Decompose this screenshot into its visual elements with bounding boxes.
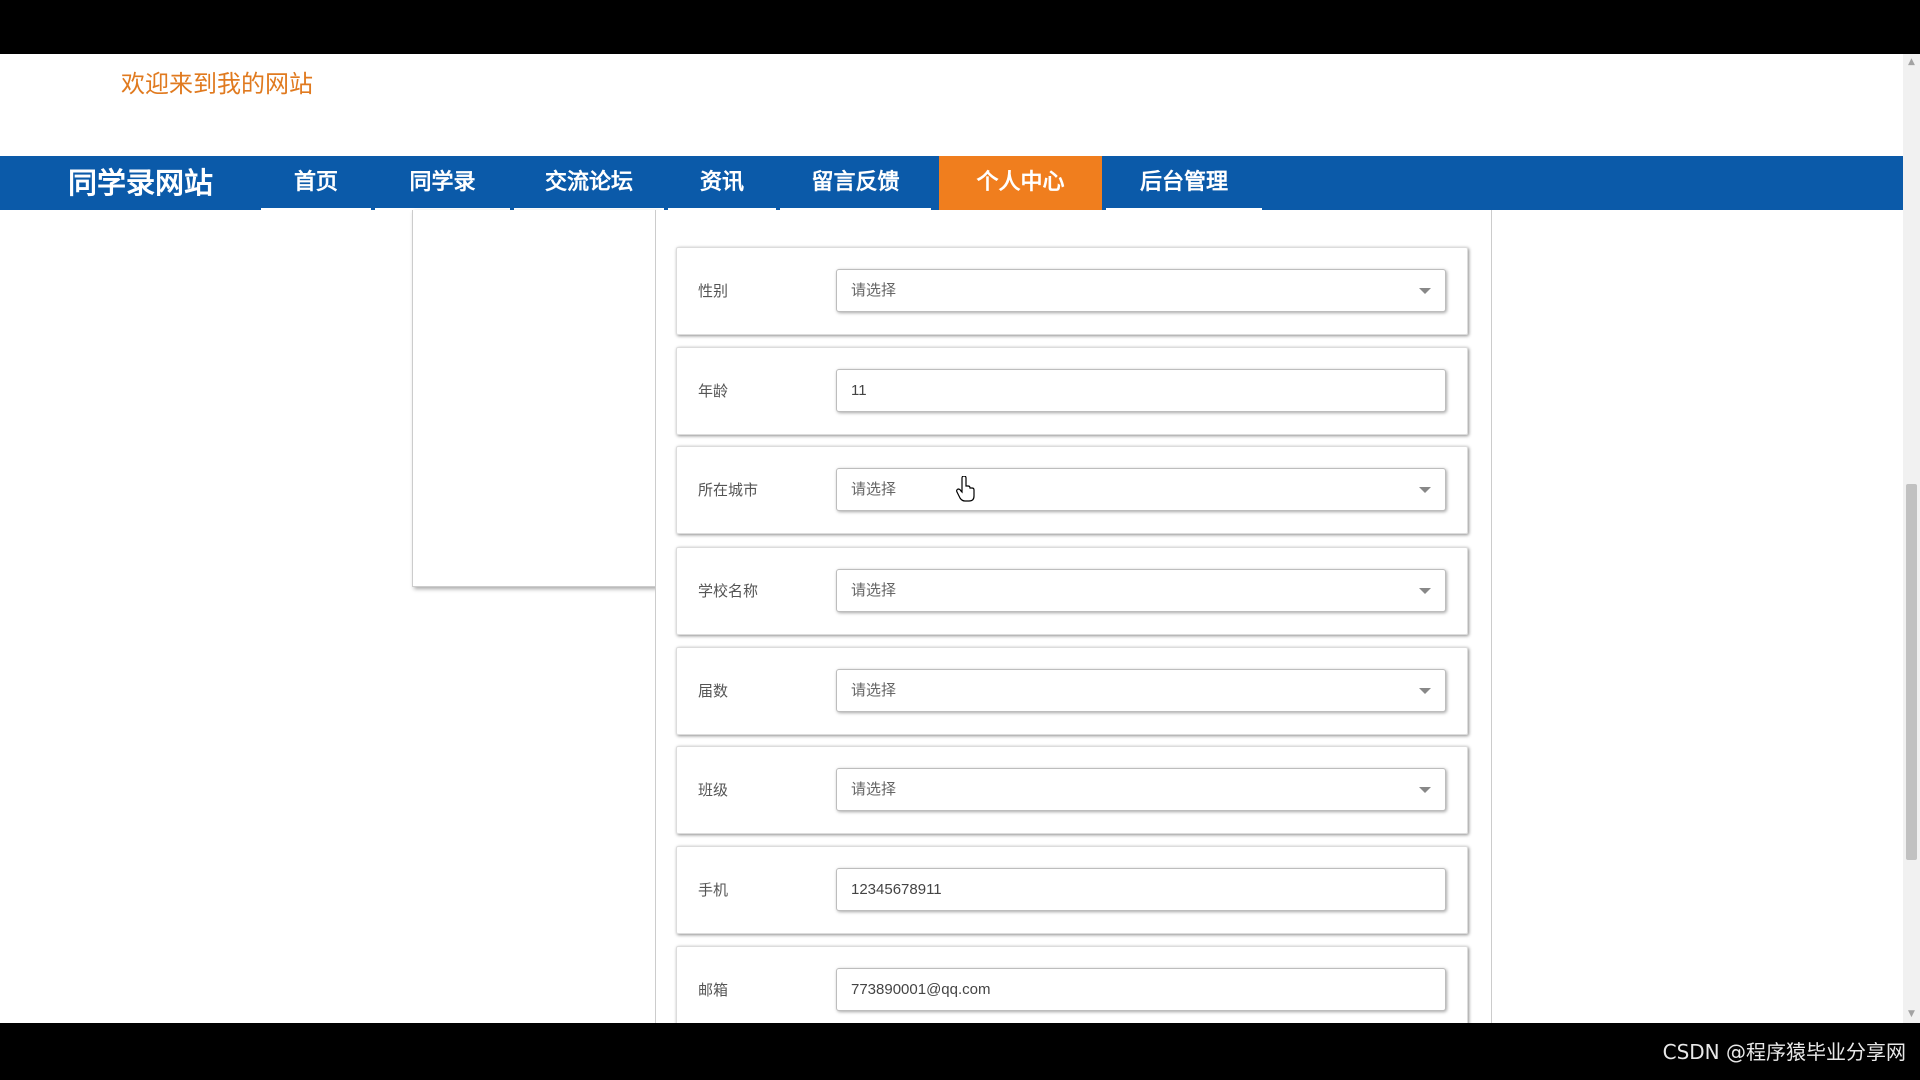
age-input[interactable]: 11 [836, 369, 1446, 412]
caret-down-icon [1419, 588, 1431, 594]
scrollbar-thumb[interactable] [1906, 484, 1917, 860]
nav-admin[interactable]: 后台管理 [1106, 156, 1262, 210]
school-select-value: 请选择 [851, 582, 897, 599]
age-input-value: 11 [851, 382, 867, 399]
page-scrollbar[interactable]: ▲ ▼ [1903, 54, 1920, 1023]
scroll-up-arrow-icon[interactable]: ▲ [1903, 54, 1920, 71]
form-row-school: 学校名称 请选择 [676, 547, 1468, 635]
email-input-value: 773890001@qq.com [851, 981, 991, 998]
form-row-age: 年龄 11 [676, 347, 1468, 435]
screen-bottom-letterbox [0, 1023, 1920, 1080]
age-label: 年龄 [698, 382, 729, 400]
caret-down-icon [1419, 487, 1431, 493]
class-select-value: 请选择 [851, 781, 897, 798]
form-row-city: 所在城市 请选择 [676, 446, 1468, 534]
session-select-value: 请选择 [851, 682, 897, 699]
nav-classmates[interactable]: 同学录 [375, 156, 510, 210]
main-navbar: 同学录网站 首页 同学录 交流论坛 资讯 留言反馈 个人中心 后台管理 [0, 156, 1903, 210]
hand-pointer-icon [956, 476, 975, 502]
session-label: 届数 [698, 682, 729, 700]
nav-personal-center[interactable]: 个人中心 [939, 156, 1102, 210]
session-select[interactable]: 请选择 [836, 669, 1446, 712]
form-row-gender: 性别 请选择 [676, 247, 1468, 335]
screen-top-letterbox [0, 0, 1920, 54]
school-label: 学校名称 [698, 582, 759, 600]
phone-input-value: 12345678911 [851, 881, 942, 898]
nav-home[interactable]: 首页 [261, 156, 371, 210]
gender-label: 性别 [698, 282, 729, 300]
caret-down-icon [1419, 688, 1431, 694]
nav-feedback[interactable]: 留言反馈 [780, 156, 931, 210]
class-label: 班级 [698, 781, 729, 799]
city-label: 所在城市 [698, 481, 759, 499]
caret-down-icon [1419, 787, 1431, 793]
gender-select[interactable]: 请选择 [836, 269, 1446, 312]
side-menu-panel [412, 210, 659, 587]
gender-select-value: 请选择 [851, 282, 897, 299]
phone-input[interactable]: 12345678911 [836, 868, 1446, 911]
welcome-text: 欢迎来到我的网站 [121, 70, 313, 98]
site-brand[interactable]: 同学录网站 [68, 156, 213, 210]
city-select[interactable]: 请选择 [836, 468, 1446, 511]
nav-forum[interactable]: 交流论坛 [514, 156, 664, 210]
school-select[interactable]: 请选择 [836, 569, 1446, 612]
csdn-watermark: CSDN @程序猿毕业分享网 [1662, 1040, 1906, 1064]
form-row-class: 班级 请选择 [676, 746, 1468, 834]
email-label: 邮箱 [698, 981, 729, 999]
form-row-session: 届数 请选择 [676, 647, 1468, 735]
class-select[interactable]: 请选择 [836, 768, 1446, 811]
phone-label: 手机 [698, 881, 729, 899]
nav-news[interactable]: 资讯 [668, 156, 776, 210]
city-select-value: 请选择 [851, 481, 897, 498]
email-input[interactable]: 773890001@qq.com [836, 968, 1446, 1011]
scroll-down-arrow-icon[interactable]: ▼ [1903, 1006, 1920, 1023]
form-row-email: 邮箱 773890001@qq.com [676, 946, 1468, 1034]
caret-down-icon [1419, 288, 1431, 294]
form-row-phone: 手机 12345678911 [676, 846, 1468, 934]
